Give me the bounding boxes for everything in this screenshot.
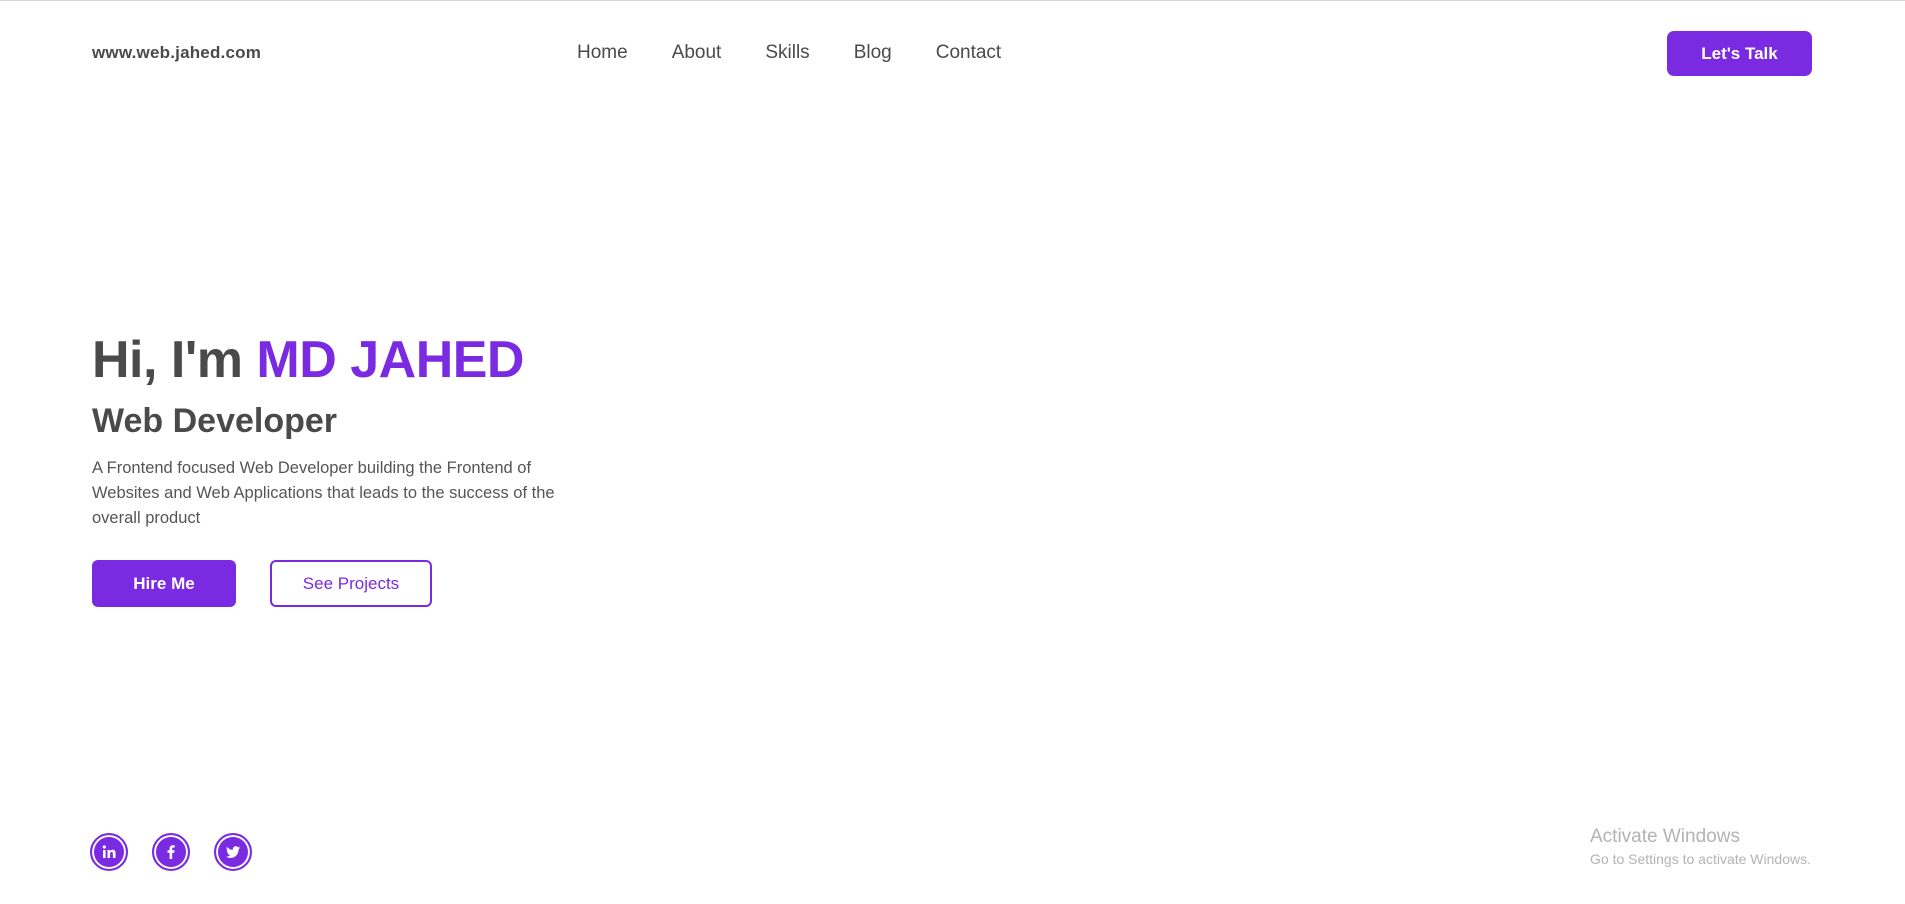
hero-name: MD JAHED xyxy=(256,331,524,389)
hero-heading: Hi, I'm MD JAHED xyxy=(92,330,524,390)
linkedin-link[interactable] xyxy=(90,833,128,871)
nav-blog[interactable]: Blog xyxy=(854,42,892,64)
main-nav: Home About Skills Blog Contact xyxy=(577,42,1001,64)
site-url-logo[interactable]: www.web.jahed.com xyxy=(92,43,261,63)
see-projects-button[interactable]: See Projects xyxy=(270,560,432,607)
watermark-title: Activate Windows xyxy=(1590,826,1740,847)
hero-greeting: Hi, I'm xyxy=(92,331,243,389)
nav-about[interactable]: About xyxy=(672,42,722,64)
hero-role: Web Developer xyxy=(92,402,338,440)
linkedin-icon xyxy=(102,845,116,858)
nav-skills[interactable]: Skills xyxy=(765,42,809,64)
hire-me-button[interactable]: Hire Me xyxy=(92,560,236,607)
twitter-link[interactable] xyxy=(214,833,252,871)
activate-windows-watermark: Activate Windows Go to Settings to activ… xyxy=(1590,826,1811,867)
twitter-icon xyxy=(226,846,240,858)
nav-contact[interactable]: Contact xyxy=(936,42,1001,64)
watermark-subtitle: Go to Settings to activate Windows. xyxy=(1590,851,1811,867)
facebook-link[interactable] xyxy=(152,833,190,871)
top-divider xyxy=(0,0,1905,1)
nav-home[interactable]: Home xyxy=(577,42,628,64)
lets-talk-button[interactable]: Let's Talk xyxy=(1667,31,1812,76)
facebook-icon xyxy=(167,845,175,859)
social-links xyxy=(90,833,252,871)
hero-description: A Frontend focused Web Developer buildin… xyxy=(92,459,555,527)
